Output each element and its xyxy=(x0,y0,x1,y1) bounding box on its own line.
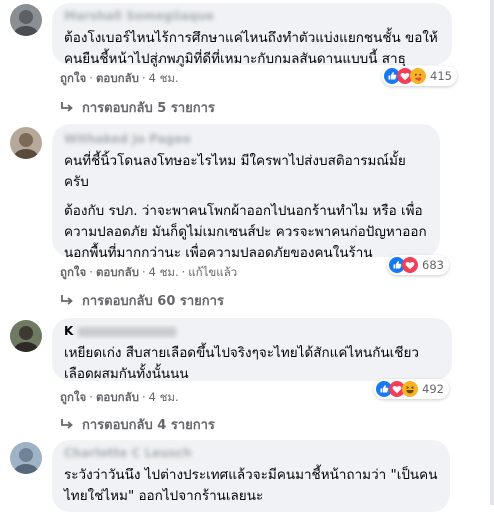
reply-arrow-icon xyxy=(61,101,73,112)
avatar[interactable] xyxy=(10,320,42,352)
comment-text: ระวังว่าวันนึง ไปต่างประเทศแล้วจะมีคนมาช… xyxy=(64,465,438,507)
separator: · xyxy=(89,390,93,404)
comment-text: คนที่ชี้นิ้วโดนลงโทษอะไรไหม มีใครพาไปส่ง… xyxy=(64,151,428,264)
reaction-count: 683 xyxy=(422,258,444,272)
scrollbar[interactable] xyxy=(490,0,494,505)
comment-actions: ถูกใจ · ตอบกลับ · 4 ชม. xyxy=(60,389,179,407)
like-button[interactable]: ถูกใจ xyxy=(60,390,86,404)
reaction-icons xyxy=(376,381,418,397)
avatar-image xyxy=(10,442,42,474)
comment-actions: ถูกใจ · ตอบกลับ · 4 ชม. · แก้ไขแล้ว xyxy=(60,264,237,282)
separator: · xyxy=(181,265,186,279)
replies-label: การตอบกลับ 60 รายการ xyxy=(82,294,224,309)
reply-arrow-icon xyxy=(61,294,73,305)
separator: · xyxy=(141,390,146,404)
comment-bubble: K เหยียดเก่ง สืบสายเลือดขึ้นไปจริงๆจะไทย… xyxy=(52,318,452,382)
separator: · xyxy=(141,71,146,85)
reaction-count: 492 xyxy=(422,382,444,396)
reply-button[interactable]: ตอบกลับ xyxy=(96,71,139,85)
author-blurred xyxy=(77,326,178,337)
like-button[interactable]: ถูกใจ xyxy=(60,265,86,279)
comment-author[interactable]: Withaked Jo Pageo xyxy=(64,132,428,148)
reply-button[interactable]: ตอบกลับ xyxy=(96,390,139,404)
reaction-icons xyxy=(384,68,426,84)
care-icon xyxy=(410,68,426,84)
view-replies-button[interactable]: การตอบกลับ 60 รายการ xyxy=(60,290,224,311)
replies-label: การตอบกลับ 5 รายการ xyxy=(82,101,215,116)
avatar-image xyxy=(10,4,42,36)
comment-paragraph: คนที่ชี้นิ้วโดนลงโทษอะไรไหม มีใครพาไปส่ง… xyxy=(64,153,406,190)
like-button[interactable]: ถูกใจ xyxy=(60,71,86,85)
timestamp[interactable]: 4 ชม. xyxy=(149,390,179,404)
replies-label: การตอบกลับ 4 รายการ xyxy=(82,418,215,433)
avatar[interactable] xyxy=(10,4,42,36)
edited-label: แก้ไขแล้ว xyxy=(188,265,238,279)
reaction-summary[interactable]: 415 xyxy=(382,66,457,86)
view-replies-button[interactable]: การตอบกลับ 4 รายการ xyxy=(60,414,215,435)
love-icon xyxy=(402,257,418,273)
reaction-summary[interactable]: 492 xyxy=(374,379,449,399)
comment-bubble: Charlotte C Leusch ระวังว่าวันนึง ไปต่าง… xyxy=(52,440,450,512)
reply-button[interactable]: ตอบกลับ xyxy=(96,265,139,279)
author-initial: K xyxy=(64,324,74,338)
reaction-summary[interactable]: 683 xyxy=(387,255,449,275)
reply-arrow-icon xyxy=(61,418,73,429)
reaction-icons xyxy=(389,257,418,273)
comment-paragraph: ต้องกับ รปภ. ว่าจะพาคนโพกผ้าออกไปนอกร้าน… xyxy=(64,203,427,261)
comment-text: ต้องโงเบอร์ไหนไร้การศึกษาแค่ไหนถึงทำตัวแ… xyxy=(64,28,440,70)
comment-paragraph: ต้องโงเบอร์ไหนไร้การศึกษาแค่ไหนถึงทำตัวแ… xyxy=(64,30,438,67)
comment-bubble: Withaked Jo Pageo คนที่ชี้นิ้วโดนลงโทษอะ… xyxy=(52,124,440,261)
view-replies-button[interactable]: การตอบกลับ 5 รายการ xyxy=(60,97,215,118)
avatar-image xyxy=(10,320,42,352)
comment-author[interactable]: Marshall Somegiiaque xyxy=(64,9,440,25)
comment-author[interactable]: K xyxy=(64,324,440,340)
timestamp[interactable]: 4 ชม. xyxy=(149,265,179,279)
timestamp[interactable]: 4 ชม. xyxy=(149,71,179,85)
avatar[interactable] xyxy=(10,442,42,474)
haha-icon xyxy=(402,381,418,397)
comment-actions: ถูกใจ · ตอบกลับ · 4 ชม. xyxy=(60,70,179,88)
comment-author[interactable]: Charlotte C Leusch xyxy=(64,446,438,462)
reaction-count: 415 xyxy=(430,69,452,83)
avatar[interactable] xyxy=(10,127,42,159)
avatar-image xyxy=(10,127,42,159)
comment-bubble: Marshall Somegiiaque ต้องโงเบอร์ไหนไร้กา… xyxy=(52,3,452,67)
separator: · xyxy=(89,71,93,85)
separator: · xyxy=(141,265,146,279)
separator: · xyxy=(89,265,93,279)
comment-paragraph: ระวังว่าวันนึง ไปต่างประเทศแล้วจะมีคนมาช… xyxy=(64,467,438,504)
